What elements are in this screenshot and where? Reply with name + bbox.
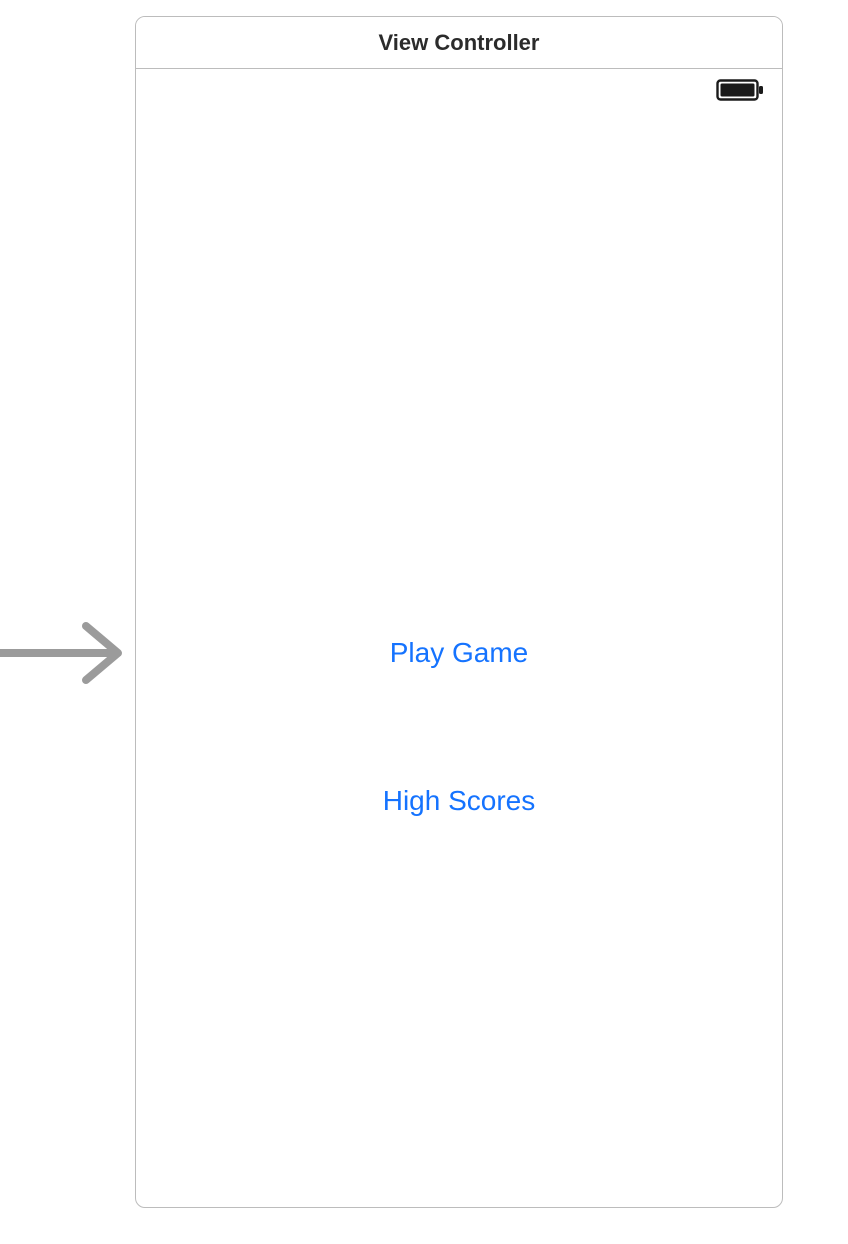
view-controller-scene[interactable]: View Controller Play Game High Scores [135,16,783,1208]
storyboard-entry-arrow-icon [0,618,135,688]
play-game-button[interactable]: Play Game [136,633,782,673]
battery-full-icon [716,79,764,101]
scene-title-bar[interactable]: View Controller [136,17,782,69]
high-scores-button[interactable]: High Scores [136,781,782,821]
status-bar [136,69,782,105]
scene-title-label: View Controller [379,30,540,56]
content-area: Play Game High Scores [136,105,782,1207]
